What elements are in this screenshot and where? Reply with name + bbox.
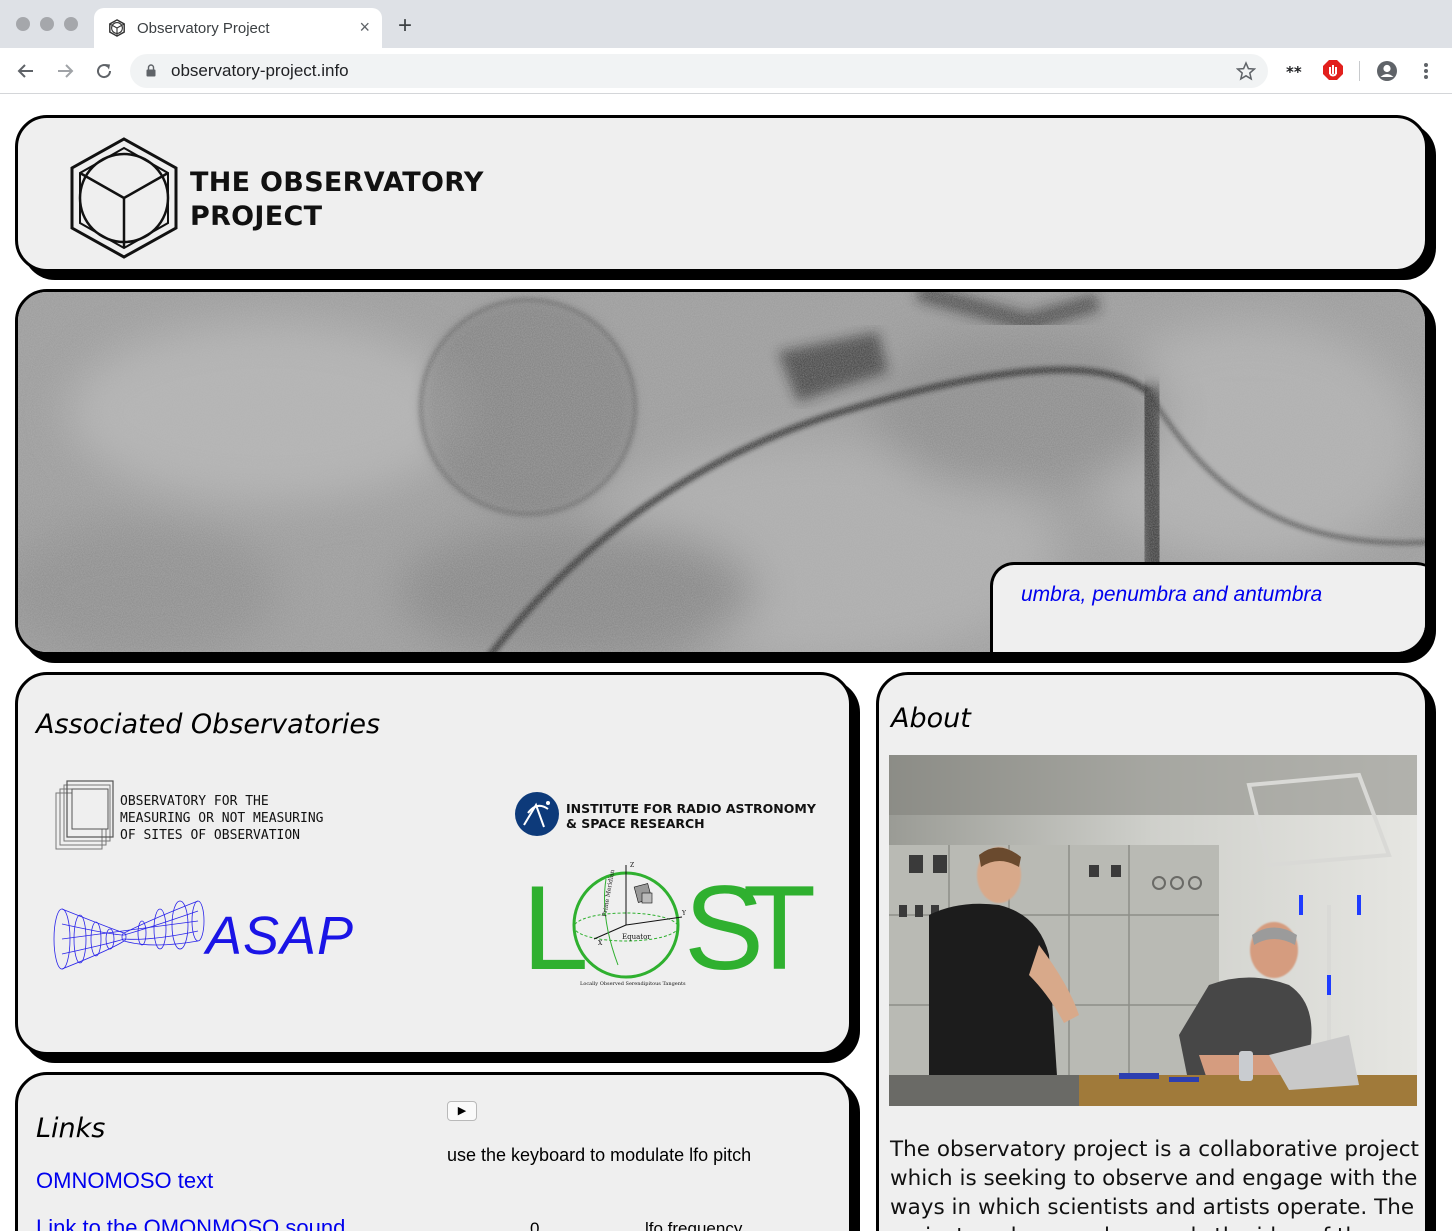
observatory-favicon-icon xyxy=(109,19,125,37)
about-description: The observatory project is a collaborati… xyxy=(890,1137,1419,1231)
forward-arrow-icon[interactable] xyxy=(55,61,75,81)
about-photo-lab-scientists xyxy=(889,755,1417,1106)
lost-letter-l: L xyxy=(522,861,589,979)
lfo-frequency-label: lfo frequency xyxy=(645,1219,743,1231)
adblock-icon[interactable] xyxy=(1322,59,1344,81)
omnomoso-text-link[interactable]: OMNOMOSO text xyxy=(36,1168,213,1194)
hero-caption-box: umbra, penumbra and antumbra xyxy=(990,562,1425,652)
links-card: Links OMNOMOSO text Link to the OMONMOSO… xyxy=(15,1072,852,1231)
hero-card: umbra, penumbra and antumbra xyxy=(15,289,1428,655)
browser-tab[interactable]: Observatory Project × xyxy=(94,8,382,48)
site-title-line1: THE OBSERVATORY xyxy=(190,167,484,198)
reload-icon[interactable] xyxy=(94,61,114,81)
page-content: THE OBSERVATORY PROJECT umbra, penumbra … xyxy=(0,94,1452,1231)
associated-observatories-heading: Associated Observatories xyxy=(36,709,381,740)
ira-line2: & SPACE RESEARCH xyxy=(566,816,705,831)
omnomoso-sound-link[interactable]: Link to the OMONMOSO sound xyxy=(36,1215,345,1231)
lost-x-label: X xyxy=(598,940,603,947)
lost-equator-label: Equator xyxy=(622,933,651,941)
browser-toolbar: observatory-project.info ** xyxy=(0,48,1452,94)
asap-logo-text[interactable]: ASAP xyxy=(206,905,354,967)
new-tab-button[interactable]: + xyxy=(398,14,412,38)
omsm-logo-text[interactable]: OBSERVATORY FOR THE MEASURING OR NOT MEA… xyxy=(120,793,324,844)
site-title[interactable]: THE OBSERVATORY PROJECT xyxy=(190,166,484,234)
close-window-button[interactable] xyxy=(16,17,30,31)
tab-close-icon[interactable]: × xyxy=(359,17,370,37)
tab-title: Observatory Project xyxy=(137,20,270,37)
links-heading: Links xyxy=(36,1113,106,1144)
associated-observatories-card: Associated Observatories OBSERVATORY FOR… xyxy=(15,672,852,1055)
site-title-line2: PROJECT xyxy=(190,201,323,232)
browser-chrome: Observatory Project × + observatory-proj… xyxy=(0,0,1452,94)
omsm-line1: OBSERVATORY FOR THE xyxy=(120,794,269,809)
svg-text:**: ** xyxy=(1286,63,1302,80)
header-card: THE OBSERVATORY PROJECT xyxy=(15,115,1428,272)
keyboard-hint: use the keyboard to modulate lfo pitch xyxy=(447,1145,752,1165)
toolbar-divider xyxy=(1359,61,1360,81)
about-heading: About xyxy=(891,703,971,734)
menu-icon[interactable] xyxy=(1420,61,1432,81)
ira-logo-text[interactable]: INSTITUTE FOR RADIO ASTRONOMY & SPACE RE… xyxy=(566,801,816,831)
ira-radio-telescope-icon[interactable] xyxy=(514,791,560,837)
lock-icon xyxy=(146,64,156,77)
url-text: observatory-project.info xyxy=(171,61,349,80)
play-button[interactable]: ▶ xyxy=(447,1101,477,1121)
omsm-line3: OF SITES OF OBSERVATION xyxy=(120,828,301,843)
about-card: About The observatory project is a colla… xyxy=(876,672,1428,1231)
asap-wormhole-wireframe-icon[interactable] xyxy=(52,899,206,975)
extension-icon[interactable]: ** xyxy=(1286,62,1304,80)
profile-icon[interactable] xyxy=(1376,60,1398,82)
lost-caption: Locally Observed Serendipitous Tangents xyxy=(580,981,686,987)
back-arrow-icon[interactable] xyxy=(16,61,36,81)
tab-strip: Observatory Project × + xyxy=(0,0,1452,48)
lfo-frequency-value: 0 xyxy=(530,1219,540,1231)
lost-globe-logo-icon[interactable]: L Z Prime Meridian Equator X Y ST xyxy=(522,857,822,979)
observatory-logo-icon[interactable] xyxy=(68,136,180,260)
minimize-window-button[interactable] xyxy=(40,17,54,31)
star-icon[interactable] xyxy=(1236,61,1256,81)
lost-prime-meridian-label: Prime Meridian xyxy=(601,869,616,917)
lost-z-label: Z xyxy=(630,862,634,869)
ira-line1: INSTITUTE FOR RADIO ASTRONOMY xyxy=(566,801,816,816)
omsm-line2: MEASURING OR NOT MEASURING xyxy=(120,811,324,826)
omsm-stacked-squares-icon[interactable] xyxy=(54,779,114,855)
hero-caption-link[interactable]: umbra, penumbra and antumbra xyxy=(1021,583,1322,607)
address-bar[interactable]: observatory-project.info xyxy=(130,54,1268,88)
lost-letters-st: ST xyxy=(684,861,816,979)
maximize-window-button[interactable] xyxy=(64,17,78,31)
